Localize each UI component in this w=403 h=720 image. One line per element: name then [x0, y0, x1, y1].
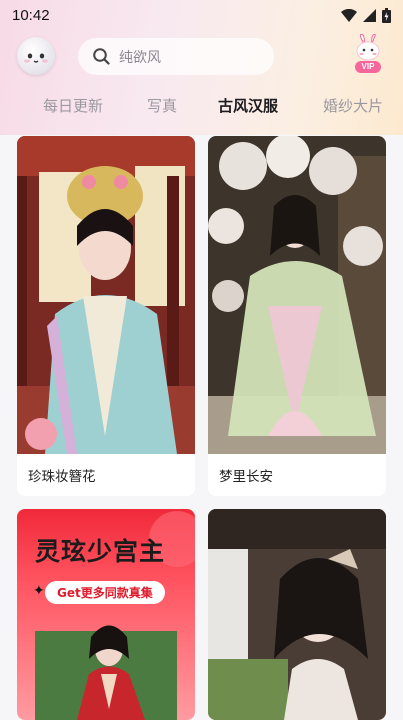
vip-badge[interactable]: VIP	[352, 33, 384, 76]
content-card[interactable]: 梦里长安	[208, 136, 386, 496]
promo-title: 灵玹少宫主	[35, 537, 166, 566]
tab-portrait[interactable]: 写真	[147, 95, 177, 116]
card-image	[208, 509, 386, 720]
status-icons	[341, 7, 391, 23]
search-placeholder: 纯欲风	[119, 49, 161, 66]
search-icon	[93, 48, 110, 65]
status-bar: 10:42	[0, 0, 403, 30]
card-caption: 梦里长安	[219, 469, 273, 485]
wifi-icon	[341, 8, 357, 22]
card-image	[208, 136, 386, 454]
search-input[interactable]: 纯欲风	[78, 38, 274, 75]
battery-icon	[382, 7, 391, 23]
ghost-avatar-icon[interactable]	[17, 37, 55, 75]
content-card[interactable]	[208, 509, 386, 720]
content-card[interactable]: 珍珠妆簪花	[17, 136, 195, 496]
tab-ancient-hanfu[interactable]: 古风汉服	[218, 95, 278, 116]
sparkle-icon: ✦	[33, 583, 45, 599]
card-image	[17, 136, 195, 454]
vip-label: VIP	[361, 62, 375, 71]
tab-wedding-photos[interactable]: 婚纱大片	[323, 95, 383, 116]
promo-subtitle-pill: Get更多同款真集	[45, 581, 165, 604]
category-tabs: 每日更新 写真 古风汉服 婚纱大片	[0, 93, 403, 123]
top-header: 纯欲风 VIP	[0, 33, 403, 80]
promo-card[interactable]: 灵玹少宫主 ✦ Get更多同款真集	[17, 509, 195, 720]
status-time: 10:42	[12, 6, 50, 24]
card-caption: 珍珠妆簪花	[28, 469, 96, 485]
tab-daily-updates[interactable]: 每日更新	[43, 95, 103, 116]
signal-icon	[363, 8, 376, 22]
